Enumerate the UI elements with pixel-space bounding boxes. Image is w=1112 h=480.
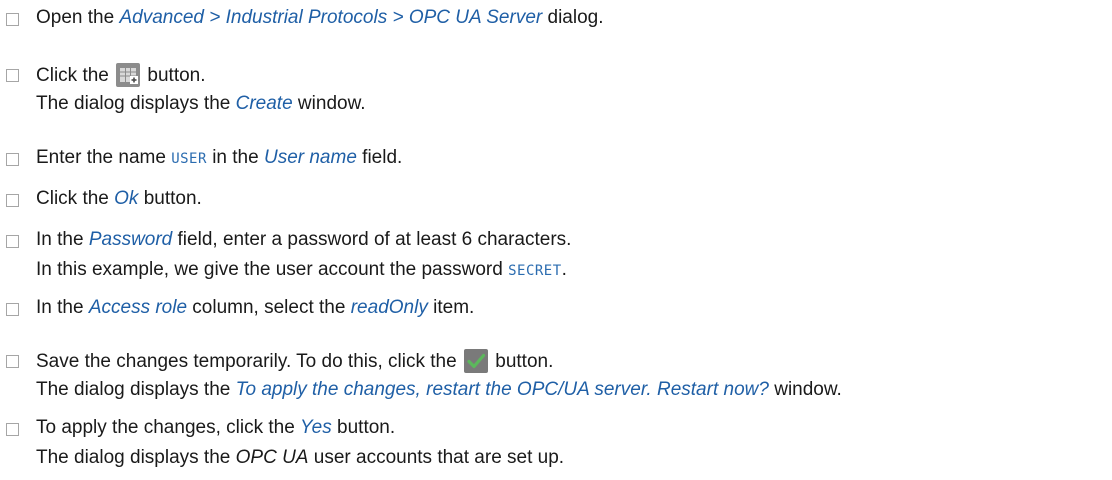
step-text: Enter the name — [36, 147, 172, 168]
step-text: In the — [36, 297, 89, 318]
checkmark-icon — [463, 349, 488, 373]
step-text: Click the — [36, 65, 115, 86]
dialog-name: OPC UA — [235, 447, 309, 468]
step-text: To apply the changes, click the — [36, 417, 301, 438]
step-line: In the Access role column, select the re… — [36, 297, 474, 319]
step-text: user accounts that are set up. — [308, 447, 565, 468]
field-name: User name — [263, 147, 357, 168]
step-checkbox[interactable] — [6, 423, 19, 436]
field-name: Password — [88, 229, 173, 250]
step-text: dialog. — [542, 7, 604, 28]
step-result-line: In this example, we give the user accoun… — [36, 259, 567, 282]
step-text: field, enter a password of at least 6 ch… — [172, 229, 572, 250]
window-name: To apply the changes, restart the OPC/UA… — [235, 379, 769, 400]
step-line: Click the button. — [36, 63, 206, 87]
step-checkbox[interactable] — [6, 235, 19, 248]
step-checkbox[interactable] — [6, 69, 19, 82]
step-text: In this example, we give the user accoun… — [36, 259, 509, 280]
step-text: Save the changes temporarily. To do this… — [36, 351, 462, 372]
step-text: in the — [206, 147, 264, 168]
step-line: To apply the changes, click the Yes butt… — [36, 417, 395, 439]
step-checkbox[interactable] — [6, 153, 19, 166]
step-line: Click the Ok button. — [36, 188, 202, 210]
step-text: button. — [489, 351, 554, 372]
step-text: column, select the — [187, 297, 351, 318]
step-text: window. — [292, 93, 366, 114]
step-checkbox[interactable] — [6, 13, 19, 26]
step-text: field. — [356, 147, 403, 168]
step-text: Click the — [36, 188, 115, 209]
instruction-steps: Open the Advanced > Industrial Protocols… — [0, 0, 1112, 480]
step-line: Save the changes temporarily. To do this… — [36, 349, 553, 373]
step-text: Open the — [36, 7, 120, 28]
step-text: The dialog displays the — [36, 93, 236, 114]
table-add-icon — [116, 63, 141, 87]
button-name: Yes — [300, 417, 332, 438]
step-result-line: The dialog displays the To apply the cha… — [36, 379, 842, 401]
menu-path: Advanced > Industrial Protocols > OPC UA… — [119, 7, 543, 28]
step-text: . — [561, 259, 567, 280]
window-name: Create — [235, 93, 293, 114]
step-result-line: The dialog displays the OPC UA user acco… — [36, 447, 564, 469]
step-text: button. — [142, 65, 206, 86]
code-value: SECRET — [508, 263, 562, 279]
step-line: Enter the name USER in the User name fie… — [36, 147, 402, 170]
step-text: button. — [138, 188, 202, 209]
button-name: Ok — [114, 188, 139, 209]
step-result-line: The dialog displays the Create window. — [36, 93, 366, 115]
step-text: In the — [36, 229, 89, 250]
step-checkbox[interactable] — [6, 194, 19, 207]
step-text: button. — [331, 417, 396, 438]
step-text: The dialog displays the — [36, 379, 236, 400]
item-name: readOnly — [350, 297, 428, 318]
column-name: Access role — [88, 297, 188, 318]
step-text: The dialog displays the — [36, 447, 236, 468]
code-value: USER — [171, 151, 207, 167]
step-line: Open the Advanced > Industrial Protocols… — [36, 7, 604, 29]
step-line: In the Password field, enter a password … — [36, 229, 571, 251]
step-checkbox[interactable] — [6, 303, 19, 316]
step-checkbox[interactable] — [6, 355, 19, 368]
step-text: item. — [427, 297, 475, 318]
step-text: window. — [768, 379, 842, 400]
